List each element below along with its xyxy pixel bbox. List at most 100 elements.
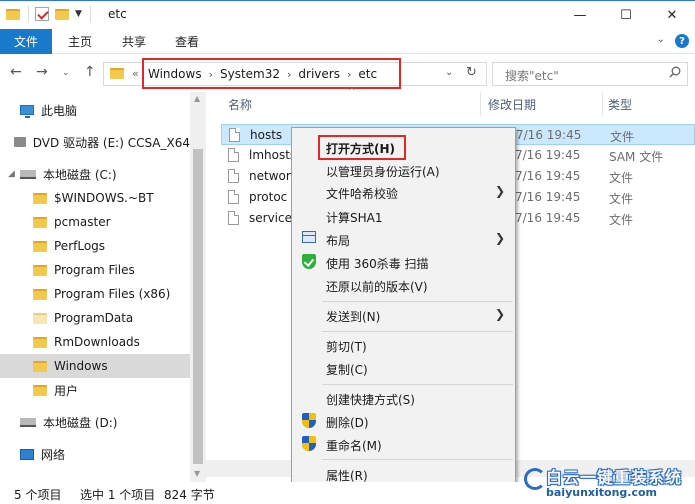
search-input[interactable]: 搜索"etc" xyxy=(505,67,559,84)
dvd-drive-icon xyxy=(14,137,26,147)
column-divider[interactable] xyxy=(602,92,603,116)
network-icon xyxy=(20,448,34,460)
close-button[interactable]: ✕ xyxy=(649,1,695,29)
menu-item-rename[interactable]: 重命名(M) xyxy=(292,433,515,455)
expand-ribbon-icon[interactable]: ⌄ xyxy=(657,34,665,48)
nav-item-program-files[interactable]: Program Files xyxy=(0,258,190,282)
watermark-logo-icon xyxy=(524,468,546,490)
address-dropdown-icon[interactable]: ⌄ xyxy=(445,67,453,78)
menu-item-create-shortcut[interactable]: 创建快捷方式(S) xyxy=(292,387,515,409)
nav-item-network[interactable]: 网络 xyxy=(0,442,190,466)
menu-item-send-to[interactable]: 发送到(N) ❯ xyxy=(292,304,515,326)
menu-item-restore-versions[interactable]: 还原以前的版本(V) xyxy=(292,274,515,296)
folder-icon xyxy=(33,288,47,300)
nav-item-users[interactable]: 用户 xyxy=(0,378,190,402)
watermark-logo-text: 白云一键重装系统 xyxy=(546,468,683,487)
folder-icon xyxy=(33,264,47,276)
status-selection: 选中 1 个项目 xyxy=(80,488,156,502)
menu-item-label: 创建快捷方式(S) xyxy=(326,393,415,407)
help-icon[interactable]: ? xyxy=(675,34,689,48)
properties-check-icon[interactable] xyxy=(35,7,49,21)
qat-dropdown-icon[interactable]: ▼ xyxy=(75,9,82,19)
column-header-name[interactable]: 名称 xyxy=(228,96,252,113)
file-name: networ xyxy=(249,169,291,183)
search-box[interactable]: 搜索"etc" xyxy=(492,62,688,86)
file-type: SAM 文件 xyxy=(609,150,664,164)
menu-item-360-scan[interactable]: 使用 360杀毒 扫描 xyxy=(292,251,515,273)
nav-item-windows[interactable]: Windows xyxy=(0,354,190,378)
nav-item-label: Windows xyxy=(54,359,108,373)
navigation-pane: 此电脑 DVD 驱动器 (E:) CCSA_X64 ◢ 本地磁盘 (C:) $W… xyxy=(0,92,206,482)
forward-arrow-icon[interactable]: → xyxy=(36,64,48,80)
nav-item-rmdownloads[interactable]: RmDownloads xyxy=(0,330,190,354)
nav-item-local-disk-d[interactable]: 本地磁盘 (D:) xyxy=(0,410,190,434)
file-type: 文件 xyxy=(610,130,635,144)
scroll-down-icon[interactable]: ▼ xyxy=(194,469,200,478)
nav-item-perflogs[interactable]: PerfLogs xyxy=(0,234,190,258)
menu-item-sha1[interactable]: 计算SHA1 xyxy=(292,205,515,227)
maximize-button[interactable]: ☐ xyxy=(603,1,649,29)
menu-separator xyxy=(322,384,513,385)
menu-item-layout[interactable]: 布局 ❯ xyxy=(292,228,515,250)
menu-item-cut[interactable]: 剪切(T) xyxy=(292,334,515,356)
nav-item-this-pc[interactable]: 此电脑 xyxy=(0,98,190,122)
tab-file[interactable]: 文件 xyxy=(0,29,52,54)
menu-item-run-as-admin[interactable]: 以管理员身份运行(A) xyxy=(292,159,515,181)
scroll-up-icon[interactable]: ▲ xyxy=(194,94,200,103)
uac-shield-icon xyxy=(302,436,316,451)
folder-icon xyxy=(33,192,47,204)
menu-item-label: 发送到(N) xyxy=(326,310,381,324)
minimize-button[interactable]: — xyxy=(557,1,603,29)
nav-item-label: Program Files (x86) xyxy=(54,287,171,301)
nav-item-pcmaster[interactable]: pcmaster xyxy=(0,210,190,234)
tab-share[interactable]: 共享 xyxy=(122,29,146,54)
file-date: 7/16 19:45 xyxy=(515,148,581,162)
column-header-type[interactable]: 类型 xyxy=(608,96,632,113)
submenu-arrow-icon: ❯ xyxy=(495,307,506,321)
tab-home[interactable]: 主页 xyxy=(68,29,92,54)
nav-pane-scrollbar[interactable]: ▲ ▼ xyxy=(190,92,206,482)
up-arrow-icon[interactable]: ↑ xyxy=(84,64,96,80)
nav-item-local-disk-c[interactable]: ◢ 本地磁盘 (C:) xyxy=(0,162,190,186)
file-icon xyxy=(228,169,239,183)
breadcrumb-overflow[interactable]: « xyxy=(132,67,139,80)
nav-item-program-files-x86[interactable]: Program Files (x86) xyxy=(0,282,190,306)
menu-item-label: 剪切(T) xyxy=(326,340,367,354)
column-divider[interactable] xyxy=(480,92,481,116)
menu-item-label: 重命名(M) xyxy=(326,439,382,453)
folder-icon xyxy=(6,8,20,20)
refresh-icon[interactable]: ↻ xyxy=(466,65,477,80)
new-folder-icon[interactable] xyxy=(55,8,69,20)
tab-view[interactable]: 查看 xyxy=(175,29,199,54)
nav-item-windows-bt[interactable]: $WINDOWS.~BT xyxy=(0,186,190,210)
nav-item-label: 此电脑 xyxy=(41,103,78,118)
recent-locations-icon[interactable]: ⌄ xyxy=(62,68,70,78)
menu-item-delete[interactable]: 删除(D) xyxy=(292,410,515,432)
divider xyxy=(28,6,29,22)
menu-item-label: 复制(C) xyxy=(326,363,368,377)
status-size: 824 字节 xyxy=(164,488,215,502)
nav-item-programdata[interactable]: ProgramData xyxy=(0,306,190,330)
window-title: etc xyxy=(108,7,127,21)
column-header-modified[interactable]: 修改日期 xyxy=(488,96,536,113)
status-item-count: 5 个项目 xyxy=(14,488,62,502)
nav-item-label: 本地磁盘 (C:) xyxy=(43,167,117,182)
quick-access-toolbar: ▼ xyxy=(6,6,91,22)
nav-item-dvd-drive[interactable]: DVD 驱动器 (E:) CCSA_X64 xyxy=(0,130,190,154)
address-bar[interactable]: « Windows › System32 › drivers › etc xyxy=(103,58,487,89)
file-date: 7/16 19:45 xyxy=(515,190,581,204)
file-date: 7/16 19:45 xyxy=(515,211,581,225)
collapse-chevron-icon[interactable]: ◢ xyxy=(8,169,20,179)
nav-item-label: Program Files xyxy=(54,263,135,277)
file-icon xyxy=(229,128,240,142)
file-name: lmhosts xyxy=(249,148,297,162)
scrollbar-thumb[interactable] xyxy=(193,149,203,464)
open-with-highlight-box xyxy=(318,135,406,160)
menu-item-copy[interactable]: 复制(C) xyxy=(292,357,515,379)
back-arrow-icon[interactable]: ← xyxy=(10,64,22,80)
search-icon xyxy=(669,66,681,78)
menu-item-label: 使用 360杀毒 扫描 xyxy=(326,257,429,271)
menu-item-file-hash[interactable]: 文件哈希校验 ❯ xyxy=(292,181,515,203)
file-date: 7/16 19:45 xyxy=(515,169,581,183)
disk-icon xyxy=(20,169,36,179)
